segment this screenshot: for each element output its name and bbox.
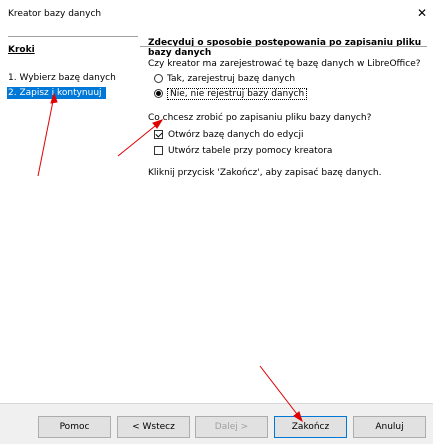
checkbox-open-label: Otwórz bazę danych do edycji (168, 129, 304, 140)
checkbox-tables-label: Utwórz tabele przy pomocy kreatora (168, 145, 333, 156)
page-title: Zdecyduj o sposobie postępowania po zapi… (148, 38, 422, 58)
sidebar-item-save-continue[interactable]: 2. Zapisz i kontynuuj (7, 87, 106, 99)
button-bar: Pomoc < Wstecz Dalej > Zakończ Anuluj (0, 403, 433, 444)
checkbox-open-icon[interactable] (154, 130, 163, 139)
finish-hint: Kliknij przycisk 'Zakończ', aby zapisać … (148, 168, 382, 178)
radio-register-yes[interactable]: Tak, zarejestruj bazę danych (154, 72, 295, 85)
register-question: Czy kreator ma zarejestrować tę bazę dan… (148, 59, 421, 69)
radio-no-label: Nie, nie rejestruj bazy danych (167, 87, 308, 100)
back-button[interactable]: < Wstecz (117, 416, 190, 438)
steps-sidebar: Kroki 1. Wybierz bazę danych 2. Zapisz i… (0, 28, 140, 403)
finish-button[interactable]: Zakończ (274, 416, 347, 438)
help-button[interactable]: Pomoc (38, 416, 111, 438)
title-bar: Kreator bazy danych ✕ (0, 0, 433, 28)
cancel-button[interactable]: Anuluj (353, 416, 426, 438)
steps-title: Kroki (8, 45, 35, 55)
checkbox-open-database[interactable]: Otwórz bazę danych do edycji (154, 128, 304, 141)
checkbox-create-tables[interactable]: Utwórz tabele przy pomocy kreatora (154, 144, 332, 157)
steps-divider (8, 36, 138, 37)
main-panel: Zdecyduj o sposobie postępowania po zapi… (140, 28, 433, 403)
radio-no-icon[interactable] (154, 89, 163, 98)
next-button[interactable]: Dalej > (195, 416, 268, 438)
radio-yes-icon[interactable] (154, 74, 163, 83)
radio-yes-label: Tak, zarejestruj bazę danych (167, 73, 296, 84)
close-icon[interactable]: ✕ (411, 4, 433, 22)
title-divider (140, 46, 427, 47)
window-title: Kreator bazy danych (8, 9, 102, 19)
radio-register-no[interactable]: Nie, nie rejestruj bazy danych (154, 87, 308, 100)
sidebar-item-select-database[interactable]: 1. Wybierz bazę danych (8, 72, 120, 84)
after-save-question: Co chcesz zrobić po zapisaniu pliku bazy… (148, 113, 372, 123)
checkbox-tables-icon[interactable] (154, 146, 163, 155)
